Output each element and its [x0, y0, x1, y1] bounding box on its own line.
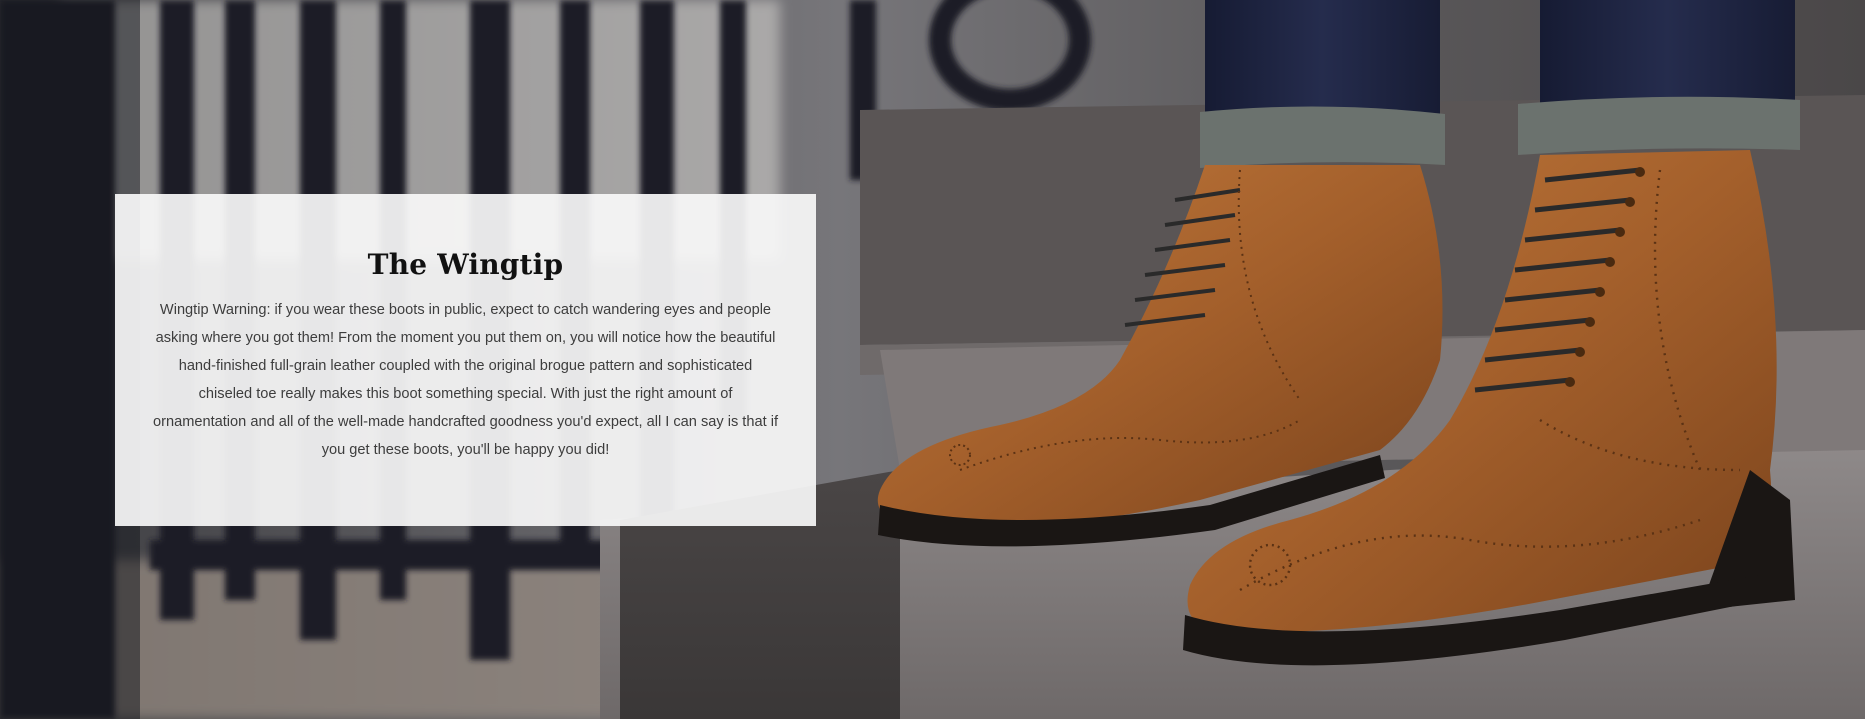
card-title: The Wingtip	[367, 248, 564, 281]
hero-banner: The Wingtip Wingtip Warning: if you wear…	[0, 0, 1865, 719]
card-description: Wingtip Warning: if you wear these boots…	[152, 302, 779, 458]
product-description-card: The Wingtip Wingtip Warning: if you wear…	[115, 194, 816, 526]
